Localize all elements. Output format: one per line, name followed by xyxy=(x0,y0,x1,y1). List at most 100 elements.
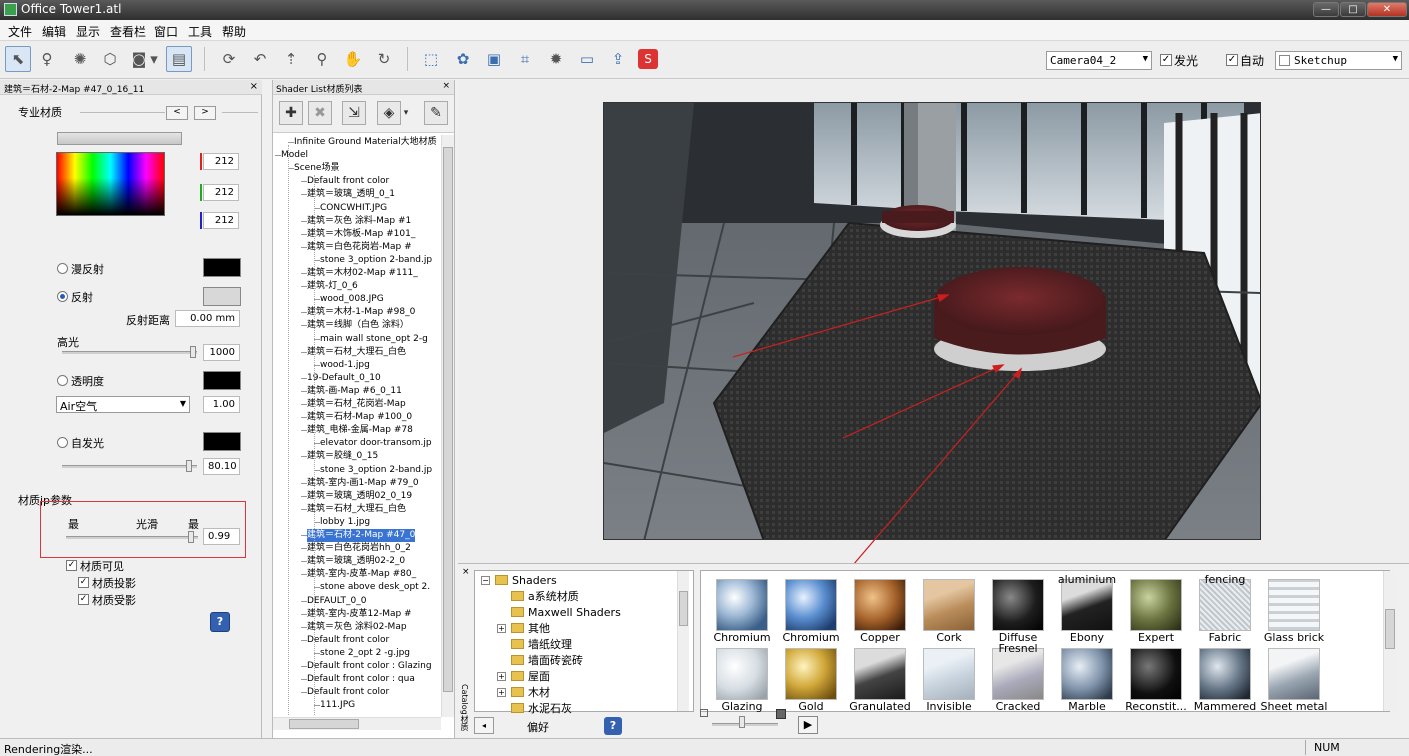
shader-tree-item[interactable]: Default front color xyxy=(307,175,389,188)
thumb-size-slider-thumb[interactable] xyxy=(739,716,745,728)
shader-thumbnail[interactable]: Marble xyxy=(1054,646,1120,714)
visible-checkbox[interactable]: ✓ xyxy=(66,560,77,571)
orbit-icon[interactable]: ⟳ xyxy=(216,46,242,72)
shader-thumbnail[interactable]: Chromium xyxy=(778,577,844,645)
logo-icon[interactable]: S xyxy=(638,49,658,69)
play-button[interactable]: ▶ xyxy=(798,716,818,734)
sun-icon[interactable]: ✺ xyxy=(67,46,93,72)
emit-value-field[interactable]: 80.10 xyxy=(203,458,240,475)
menu-view[interactable]: 显示 xyxy=(76,23,100,40)
shader-tree-item[interactable]: stone 3_option 2-band.jp xyxy=(320,464,432,477)
shader-thumbnail[interactable]: Glazing xyxy=(709,646,775,714)
emit-radio[interactable] xyxy=(57,437,68,448)
pointer-tool-icon[interactable]: ⬉ xyxy=(5,46,31,72)
shader-tree-item[interactable]: Infinite Ground Material大地材质 xyxy=(294,136,437,149)
shader-tree-item[interactable]: 19-Default_0_10 xyxy=(307,372,381,385)
shader-thumbnail[interactable]: Chromium xyxy=(709,577,775,645)
shader-thumbnail[interactable]: aluminium Ebony xyxy=(1054,573,1120,645)
catalog-folder-item[interactable]: 墙面砖瓷砖 xyxy=(511,653,583,669)
shader-tree-item[interactable]: 建筑-画-Map #6_0_11 xyxy=(307,385,402,398)
camera-select[interactable]: Camera04_2 ▼ xyxy=(1046,51,1152,70)
shader-tree-item[interactable]: CONCWHIT.JPG xyxy=(320,202,387,215)
shader-tree-item[interactable]: Scene场景 xyxy=(294,162,339,175)
menu-file[interactable]: 文件 xyxy=(8,23,32,40)
camera-dropdown-icon[interactable]: ▾ xyxy=(148,46,160,72)
shader-tree-item[interactable]: 建筑＝灰色 涂料02-Map xyxy=(307,621,407,634)
frame-icon[interactable]: ⬚ xyxy=(418,46,444,72)
palette-icon[interactable]: ✿ xyxy=(450,46,476,72)
shader-tree-item[interactable]: 建筑＝木饰板-Map #101_ xyxy=(307,228,415,241)
pan-hand-icon[interactable]: ✋ xyxy=(340,46,366,72)
shader-tree-item[interactable]: 建筑＝白色花岗岩-Map # xyxy=(307,241,412,254)
shader-tree-item[interactable]: 建筑＝胶缝_0_15 xyxy=(307,450,378,463)
minimize-button[interactable]: — xyxy=(1313,2,1339,17)
catalog-folder-item[interactable]: Shaders xyxy=(495,573,557,589)
reflect-radio[interactable] xyxy=(57,291,68,302)
help-icon[interactable]: ? xyxy=(604,717,622,735)
receive-shadow-checkbox[interactable]: ✓ xyxy=(78,594,89,605)
auto-checkbox[interactable]: ✓ xyxy=(1226,54,1238,66)
settings-icon[interactable]: ✹ xyxy=(543,46,569,72)
catalog-folder-item[interactable]: 屋面 xyxy=(511,669,550,685)
shader-tree-item[interactable]: 建筑＝灰色 涂料-Map #1 xyxy=(307,215,411,228)
tree-expander-icon[interactable]: − xyxy=(481,576,490,585)
preset-select[interactable]: Sketchup ▼ xyxy=(1275,51,1402,70)
highlight-slider-track[interactable] xyxy=(62,351,197,354)
emit-slider-thumb[interactable] xyxy=(186,460,192,472)
thumb-size-slider-track[interactable] xyxy=(712,723,778,726)
shader-tree-item[interactable]: stone 3_option 2-band.jp xyxy=(320,254,432,267)
shader-tree-item[interactable]: wood-1.jpg xyxy=(320,359,370,372)
menu-edit[interactable]: 编辑 xyxy=(42,23,66,40)
transparency-color-swatch[interactable] xyxy=(203,371,241,390)
shader-tree-item[interactable]: DEFAULT_0_0 xyxy=(307,595,366,608)
catalog-folder-item[interactable]: 木材 xyxy=(511,685,550,701)
color-picker-spectrum[interactable] xyxy=(56,152,165,216)
smooth-slider-thumb[interactable] xyxy=(188,531,194,543)
cast-shadow-checkbox[interactable]: ✓ xyxy=(78,577,89,588)
edit-icon[interactable]: ✎ xyxy=(424,101,448,125)
emit-slider-track[interactable] xyxy=(62,465,197,468)
shader-thumbnail[interactable]: Reconstit... xyxy=(1123,646,1189,714)
shader-tree-item[interactable]: Model xyxy=(281,149,308,162)
folder-tree-scrollbar[interactable] xyxy=(677,571,689,711)
shader-thumbnail[interactable]: Mammered xyxy=(1192,646,1258,714)
shader-thumbnail[interactable]: Expert xyxy=(1123,577,1189,645)
shader-tree-item[interactable]: 111.JPG xyxy=(320,699,355,712)
shader-tree-item[interactable]: 建筑＝木材02-Map #111_ xyxy=(307,267,418,280)
render-icon[interactable]: ▣ xyxy=(481,46,507,72)
export-icon[interactable]: ⇪ xyxy=(605,46,631,72)
highlight-value-field[interactable]: 1000 xyxy=(203,344,240,361)
shader-tree-hscrollbar[interactable] xyxy=(273,717,441,730)
red-value-field[interactable]: 212 xyxy=(203,153,239,170)
maximize-button[interactable]: □ xyxy=(1340,2,1366,17)
shader-thumbnail[interactable]: fencing Fabric xyxy=(1192,573,1258,645)
add-icon[interactable]: ✚ xyxy=(279,101,303,125)
glow-checkbox[interactable]: ✓ xyxy=(1160,54,1172,66)
object-icon[interactable]: ⬡ xyxy=(97,46,123,72)
shader-tree-item[interactable]: 建筑＝玻璃_透明02_0_19 xyxy=(307,490,412,503)
shader-thumbnail[interactable]: Sheet metal xyxy=(1261,646,1327,714)
shader-thumbnail[interactable]: Glass brick xyxy=(1261,577,1327,645)
shader-tree-item[interactable]: 建筑＝玻璃_透明_0_1 xyxy=(307,188,395,201)
highlight-slider-thumb[interactable] xyxy=(190,346,196,358)
shader-tree-item[interactable]: 建筑＝石材_花岗岩-Map xyxy=(307,398,406,411)
shader-tree-item[interactable]: 建筑_电梯-金属-Map #78 xyxy=(307,424,413,437)
smooth-slider-track[interactable] xyxy=(66,536,198,539)
shader-tree-item[interactable]: 建筑＝石材-Map #100_0 xyxy=(307,411,412,424)
rotate-icon[interactable]: ↶ xyxy=(247,46,273,72)
thumbnails-scrollbar[interactable] xyxy=(1383,571,1396,711)
delete-icon[interactable]: ✖ xyxy=(308,101,332,125)
shader-tree-item[interactable]: wood_008.JPG xyxy=(320,293,384,306)
menu-tools[interactable]: 工具 xyxy=(188,23,212,40)
back-button[interactable]: ◂ xyxy=(474,717,494,734)
shader-thumbnail[interactable]: Gold xyxy=(778,646,844,714)
scroll-thumb[interactable] xyxy=(443,147,453,692)
diffuse-radio[interactable] xyxy=(57,263,68,274)
shader-tree-item[interactable]: 建筑＝白色花岗岩hh_0_2 xyxy=(307,542,411,555)
shader-thumbnail[interactable]: Cork xyxy=(916,577,982,645)
roll-icon[interactable]: ↻ xyxy=(371,46,397,72)
panel-icon[interactable]: ▤ xyxy=(166,46,192,72)
shader-tree-item[interactable]: stone 2_opt 2 -g.jpg xyxy=(320,647,410,660)
light-bulb-icon[interactable]: ♀ xyxy=(34,46,60,72)
shader-tree-item[interactable]: 建筑＝木材-1-Map #98_0 xyxy=(307,306,415,319)
